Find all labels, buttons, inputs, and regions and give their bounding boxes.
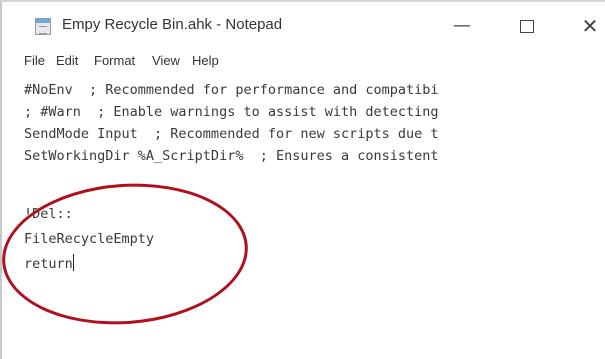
notepad-window: Empy Recycle Bin.ahk - Notepad — ✕ File … — [0, 0, 605, 359]
editor-line: FileRecycleEmpty — [24, 231, 155, 247]
editor-line: !Del:: — [24, 206, 73, 222]
editor-line: SendMode Input ; Recommended for new scr… — [24, 126, 439, 142]
menu-help[interactable]: Help — [192, 53, 219, 68]
editor-line-text: return — [24, 256, 73, 272]
menu-view[interactable]: View — [152, 53, 180, 68]
notepad-icon — [35, 18, 51, 35]
editor-line: SetWorkingDir %A_ScriptDir% ; Ensures a … — [24, 148, 439, 164]
menu-bar: File Edit Format View Help — [2, 53, 605, 73]
menu-edit[interactable]: Edit — [56, 53, 78, 68]
close-button[interactable]: ✕ — [570, 12, 605, 40]
text-caret — [72, 254, 75, 271]
text-editor[interactable]: #NoEnv ; Recommended for performance and… — [2, 75, 605, 359]
maximize-icon — [520, 20, 534, 33]
title-bar[interactable]: Empy Recycle Bin.ahk - Notepad — ✕ — [2, 2, 605, 48]
menu-format[interactable]: Format — [94, 53, 135, 68]
maximize-button[interactable] — [507, 12, 547, 40]
minimize-button[interactable]: — — [442, 12, 482, 40]
menu-file[interactable]: File — [24, 53, 45, 68]
editor-line: #NoEnv ; Recommended for performance and… — [24, 82, 439, 98]
window-title: Empy Recycle Bin.ahk - Notepad — [62, 16, 283, 33]
editor-line-with-caret: return — [24, 253, 75, 275]
editor-line: ; #Warn ; Enable warnings to assist with… — [24, 104, 439, 120]
